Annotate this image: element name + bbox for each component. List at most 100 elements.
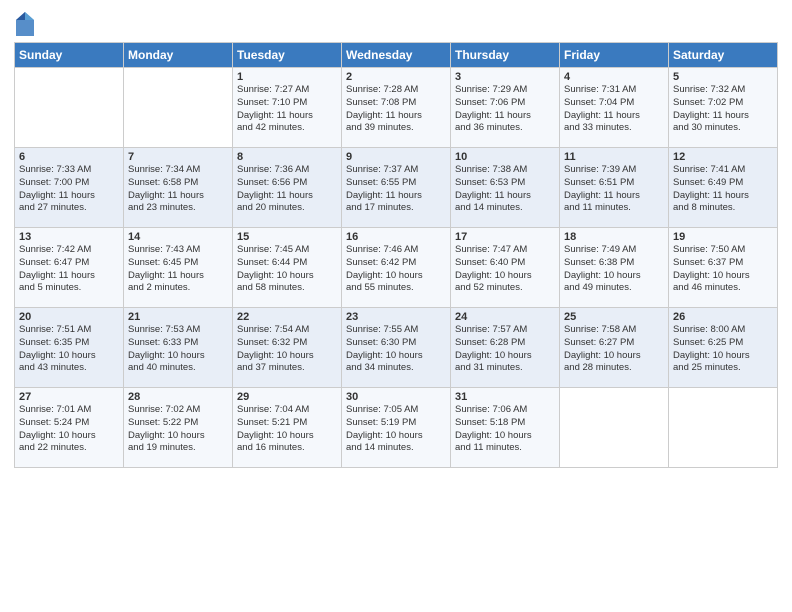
calendar-table: SundayMondayTuesdayWednesdayThursdayFrid… — [14, 42, 778, 468]
day-cell: 13Sunrise: 7:42 AM Sunset: 6:47 PM Dayli… — [15, 228, 124, 308]
day-info: Sunrise: 7:33 AM Sunset: 7:00 PM Dayligh… — [19, 164, 119, 215]
day-info: Sunrise: 7:50 AM Sunset: 6:37 PM Dayligh… — [673, 244, 773, 295]
day-header-thursday: Thursday — [451, 43, 560, 68]
day-cell: 28Sunrise: 7:02 AM Sunset: 5:22 PM Dayli… — [124, 388, 233, 468]
day-header-monday: Monday — [124, 43, 233, 68]
day-cell: 30Sunrise: 7:05 AM Sunset: 5:19 PM Dayli… — [342, 388, 451, 468]
day-info: Sunrise: 7:36 AM Sunset: 6:56 PM Dayligh… — [237, 164, 337, 215]
day-info: Sunrise: 7:47 AM Sunset: 6:40 PM Dayligh… — [455, 244, 555, 295]
day-number: 17 — [455, 231, 555, 243]
day-cell — [15, 68, 124, 148]
week-row-3: 13Sunrise: 7:42 AM Sunset: 6:47 PM Dayli… — [15, 228, 778, 308]
day-cell: 14Sunrise: 7:43 AM Sunset: 6:45 PM Dayli… — [124, 228, 233, 308]
day-cell: 18Sunrise: 7:49 AM Sunset: 6:38 PM Dayli… — [560, 228, 669, 308]
calendar-header: SundayMondayTuesdayWednesdayThursdayFrid… — [15, 43, 778, 68]
day-info: Sunrise: 7:58 AM Sunset: 6:27 PM Dayligh… — [564, 324, 664, 375]
day-info: Sunrise: 7:27 AM Sunset: 7:10 PM Dayligh… — [237, 84, 337, 135]
day-number: 12 — [673, 151, 773, 163]
day-info: Sunrise: 7:46 AM Sunset: 6:42 PM Dayligh… — [346, 244, 446, 295]
day-number: 10 — [455, 151, 555, 163]
day-number: 27 — [19, 391, 119, 403]
day-cell: 20Sunrise: 7:51 AM Sunset: 6:35 PM Dayli… — [15, 308, 124, 388]
day-info: Sunrise: 7:06 AM Sunset: 5:18 PM Dayligh… — [455, 404, 555, 455]
day-info: Sunrise: 7:29 AM Sunset: 7:06 PM Dayligh… — [455, 84, 555, 135]
header — [14, 10, 778, 38]
day-number: 15 — [237, 231, 337, 243]
day-number: 26 — [673, 311, 773, 323]
day-number: 6 — [19, 151, 119, 163]
day-info: Sunrise: 8:00 AM Sunset: 6:25 PM Dayligh… — [673, 324, 773, 375]
day-info: Sunrise: 7:41 AM Sunset: 6:49 PM Dayligh… — [673, 164, 773, 215]
day-cell: 16Sunrise: 7:46 AM Sunset: 6:42 PM Dayli… — [342, 228, 451, 308]
day-header-tuesday: Tuesday — [233, 43, 342, 68]
day-info: Sunrise: 7:04 AM Sunset: 5:21 PM Dayligh… — [237, 404, 337, 455]
day-info: Sunrise: 7:37 AM Sunset: 6:55 PM Dayligh… — [346, 164, 446, 215]
day-info: Sunrise: 7:57 AM Sunset: 6:28 PM Dayligh… — [455, 324, 555, 375]
week-row-4: 20Sunrise: 7:51 AM Sunset: 6:35 PM Dayli… — [15, 308, 778, 388]
day-cell: 23Sunrise: 7:55 AM Sunset: 6:30 PM Dayli… — [342, 308, 451, 388]
day-number: 5 — [673, 71, 773, 83]
day-number: 31 — [455, 391, 555, 403]
day-info: Sunrise: 7:53 AM Sunset: 6:33 PM Dayligh… — [128, 324, 228, 375]
day-info: Sunrise: 7:01 AM Sunset: 5:24 PM Dayligh… — [19, 404, 119, 455]
day-cell — [669, 388, 778, 468]
day-info: Sunrise: 7:55 AM Sunset: 6:30 PM Dayligh… — [346, 324, 446, 375]
day-cell: 29Sunrise: 7:04 AM Sunset: 5:21 PM Dayli… — [233, 388, 342, 468]
day-cell: 11Sunrise: 7:39 AM Sunset: 6:51 PM Dayli… — [560, 148, 669, 228]
day-number: 22 — [237, 311, 337, 323]
day-number: 14 — [128, 231, 228, 243]
day-info: Sunrise: 7:38 AM Sunset: 6:53 PM Dayligh… — [455, 164, 555, 215]
day-cell: 21Sunrise: 7:53 AM Sunset: 6:33 PM Dayli… — [124, 308, 233, 388]
day-info: Sunrise: 7:28 AM Sunset: 7:08 PM Dayligh… — [346, 84, 446, 135]
day-number: 7 — [128, 151, 228, 163]
day-cell: 6Sunrise: 7:33 AM Sunset: 7:00 PM Daylig… — [15, 148, 124, 228]
day-cell: 15Sunrise: 7:45 AM Sunset: 6:44 PM Dayli… — [233, 228, 342, 308]
day-header-saturday: Saturday — [669, 43, 778, 68]
day-number: 8 — [237, 151, 337, 163]
day-cell: 2Sunrise: 7:28 AM Sunset: 7:08 PM Daylig… — [342, 68, 451, 148]
day-header-wednesday: Wednesday — [342, 43, 451, 68]
day-info: Sunrise: 7:32 AM Sunset: 7:02 PM Dayligh… — [673, 84, 773, 135]
day-cell: 25Sunrise: 7:58 AM Sunset: 6:27 PM Dayli… — [560, 308, 669, 388]
day-info: Sunrise: 7:54 AM Sunset: 6:32 PM Dayligh… — [237, 324, 337, 375]
day-cell: 7Sunrise: 7:34 AM Sunset: 6:58 PM Daylig… — [124, 148, 233, 228]
day-number: 1 — [237, 71, 337, 83]
day-cell — [560, 388, 669, 468]
day-cell — [124, 68, 233, 148]
day-number: 24 — [455, 311, 555, 323]
day-info: Sunrise: 7:39 AM Sunset: 6:51 PM Dayligh… — [564, 164, 664, 215]
logo — [14, 10, 38, 38]
calendar-body: 1Sunrise: 7:27 AM Sunset: 7:10 PM Daylig… — [15, 68, 778, 468]
day-info: Sunrise: 7:45 AM Sunset: 6:44 PM Dayligh… — [237, 244, 337, 295]
day-number: 9 — [346, 151, 446, 163]
day-number: 25 — [564, 311, 664, 323]
day-info: Sunrise: 7:31 AM Sunset: 7:04 PM Dayligh… — [564, 84, 664, 135]
day-cell: 10Sunrise: 7:38 AM Sunset: 6:53 PM Dayli… — [451, 148, 560, 228]
header-row: SundayMondayTuesdayWednesdayThursdayFrid… — [15, 43, 778, 68]
day-number: 13 — [19, 231, 119, 243]
day-number: 11 — [564, 151, 664, 163]
week-row-2: 6Sunrise: 7:33 AM Sunset: 7:00 PM Daylig… — [15, 148, 778, 228]
day-number: 4 — [564, 71, 664, 83]
day-cell: 17Sunrise: 7:47 AM Sunset: 6:40 PM Dayli… — [451, 228, 560, 308]
day-cell: 26Sunrise: 8:00 AM Sunset: 6:25 PM Dayli… — [669, 308, 778, 388]
day-number: 2 — [346, 71, 446, 83]
week-row-1: 1Sunrise: 7:27 AM Sunset: 7:10 PM Daylig… — [15, 68, 778, 148]
day-number: 28 — [128, 391, 228, 403]
day-info: Sunrise: 7:42 AM Sunset: 6:47 PM Dayligh… — [19, 244, 119, 295]
day-cell: 5Sunrise: 7:32 AM Sunset: 7:02 PM Daylig… — [669, 68, 778, 148]
day-info: Sunrise: 7:43 AM Sunset: 6:45 PM Dayligh… — [128, 244, 228, 295]
day-info: Sunrise: 7:05 AM Sunset: 5:19 PM Dayligh… — [346, 404, 446, 455]
day-number: 3 — [455, 71, 555, 83]
day-number: 20 — [19, 311, 119, 323]
day-number: 19 — [673, 231, 773, 243]
day-cell: 9Sunrise: 7:37 AM Sunset: 6:55 PM Daylig… — [342, 148, 451, 228]
day-cell: 27Sunrise: 7:01 AM Sunset: 5:24 PM Dayli… — [15, 388, 124, 468]
day-number: 23 — [346, 311, 446, 323]
week-row-5: 27Sunrise: 7:01 AM Sunset: 5:24 PM Dayli… — [15, 388, 778, 468]
day-number: 29 — [237, 391, 337, 403]
day-header-sunday: Sunday — [15, 43, 124, 68]
day-cell: 31Sunrise: 7:06 AM Sunset: 5:18 PM Dayli… — [451, 388, 560, 468]
calendar-container: SundayMondayTuesdayWednesdayThursdayFrid… — [0, 0, 792, 478]
day-info: Sunrise: 7:02 AM Sunset: 5:22 PM Dayligh… — [128, 404, 228, 455]
